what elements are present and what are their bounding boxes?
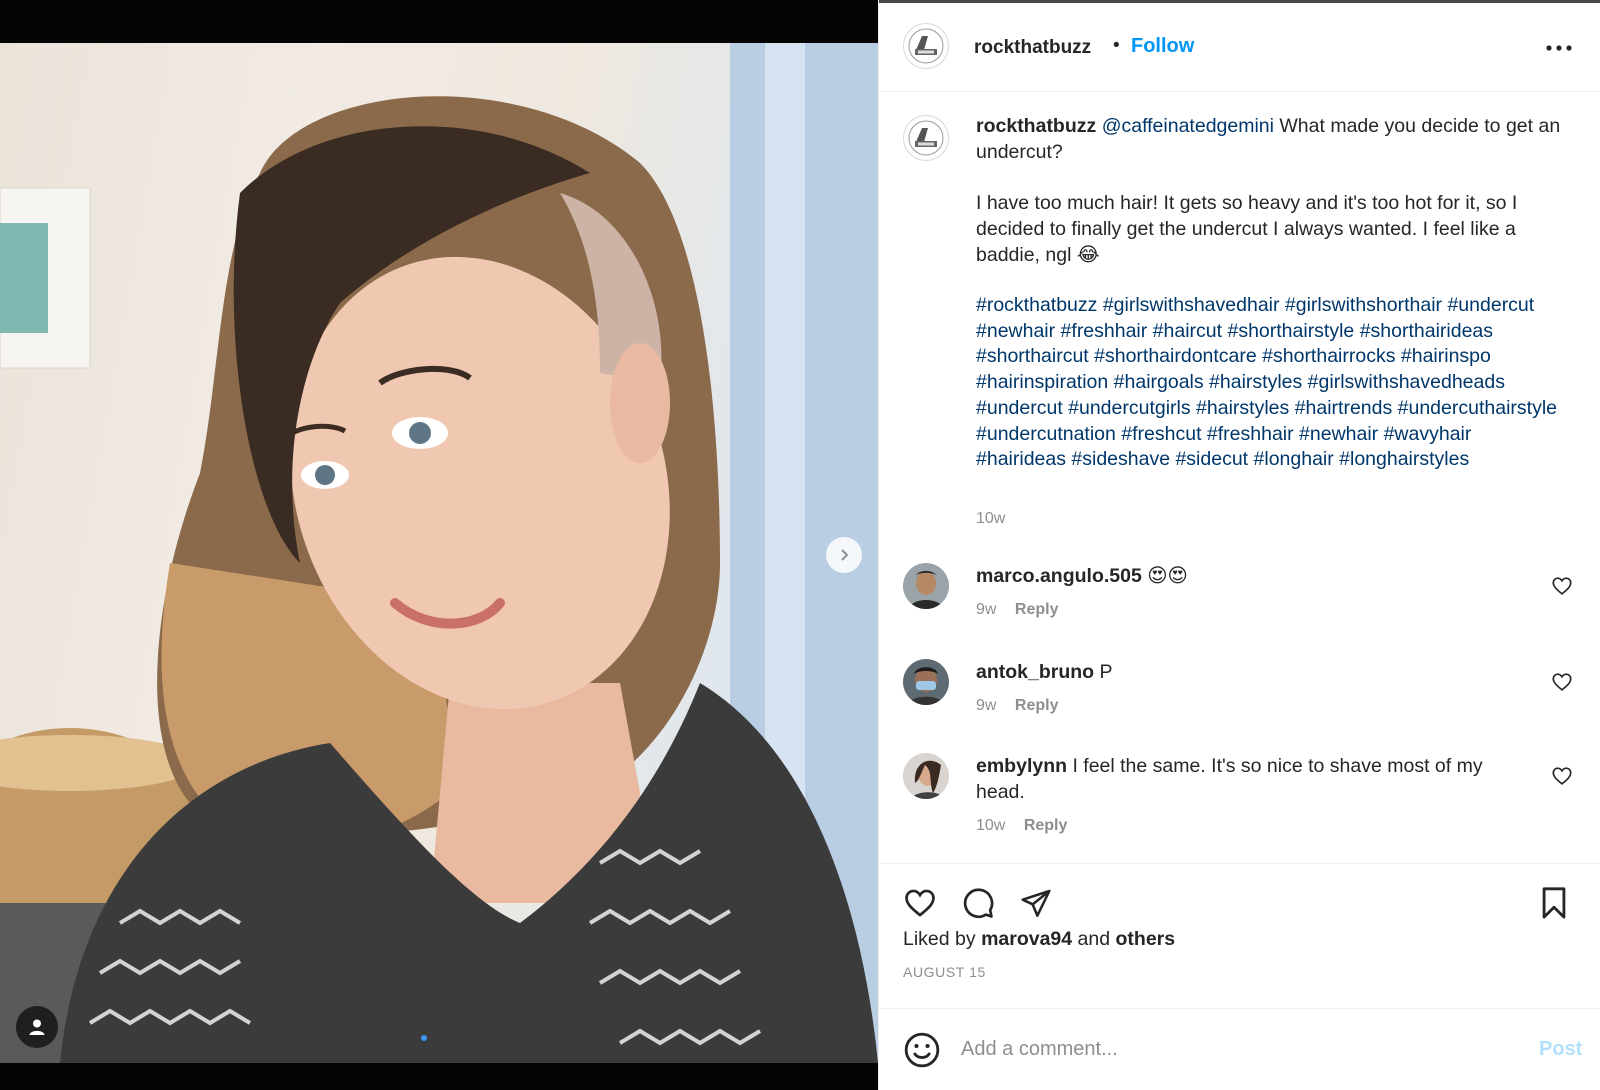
author-username[interactable]: rockthatbuzz [974, 37, 1091, 59]
reply-button[interactable]: Reply [1024, 817, 1068, 834]
caption-author-avatar[interactable] [903, 115, 949, 161]
avatar-photo-icon [903, 753, 949, 799]
post-photo[interactable] [0, 43, 878, 1063]
comment-text: marco.angulo.505 😍😍 [976, 563, 1536, 589]
avatar-photo-icon [903, 563, 949, 609]
paper-plane-icon [1021, 889, 1051, 917]
comments-list[interactable]: rockthatbuzz @caffeinatedgemini What mad… [879, 93, 1600, 863]
tagged-people-button[interactable] [16, 1006, 58, 1048]
liked-by-prefix: Liked by [903, 928, 982, 950]
post-comment-button[interactable]: Post [1539, 1038, 1582, 1061]
comment-input[interactable] [961, 1029, 1501, 1069]
comment-meta: 10w Reply [976, 817, 1067, 835]
heart-icon[interactable] [1551, 765, 1573, 787]
add-comment-bar: Post [879, 1008, 1600, 1090]
more-horizontal-icon [1546, 45, 1572, 51]
commenter-avatar[interactable] [903, 659, 949, 705]
header-separator: • [1113, 35, 1120, 56]
heart-icon [905, 889, 935, 917]
caption-hashtags[interactable]: #rockthatbuzz #girlswithshavedhair #girl… [976, 293, 1566, 473]
post-caption: rockthatbuzz @caffeinatedgemini What mad… [976, 113, 1566, 498]
liked-by-and: and [1072, 928, 1116, 950]
carousel-indicator-dot [421, 1035, 427, 1041]
comment-username[interactable]: marco.angulo.505 [976, 565, 1142, 587]
bookmark-icon [1542, 887, 1566, 919]
more-options-button[interactable] [1539, 33, 1579, 63]
chevron-right-icon [841, 549, 849, 561]
caption-mention[interactable]: @caffeinatedgemini [1102, 115, 1274, 137]
comment-text: embylynn I feel the same. It's so nice t… [976, 753, 1536, 805]
liked-by-others[interactable]: others [1116, 928, 1176, 950]
caption-username[interactable]: rockthatbuzz [976, 115, 1096, 137]
next-photo-button[interactable] [826, 537, 862, 573]
save-button[interactable] [1535, 884, 1573, 922]
post-header: rockthatbuzz • Follow [879, 0, 1600, 92]
post-details-panel: rockthatbuzz • Follow rockthatbuzz @caff… [878, 0, 1600, 1090]
comment-body: 😍😍 [1141, 565, 1188, 587]
commenter-avatar[interactable] [903, 753, 949, 799]
share-button[interactable] [1017, 884, 1055, 922]
heart-icon[interactable] [1551, 671, 1573, 693]
comment-timestamp: 10w [976, 817, 1006, 834]
user-icon [29, 1019, 45, 1035]
comment-body: P [1094, 661, 1113, 683]
comment-meta: 9w Reply [976, 697, 1058, 715]
heart-icon[interactable] [1551, 575, 1573, 597]
post-actions: Liked by marova94 and others AUGUST 15 [879, 863, 1600, 1008]
comment-username[interactable]: embylynn [976, 755, 1067, 777]
commenter-avatar[interactable] [903, 563, 949, 609]
follow-button[interactable]: Follow [1131, 35, 1194, 58]
avatar-photo-icon [903, 659, 949, 705]
comment-text: antok_bruno P [976, 659, 1536, 685]
caption-answer: I have too much hair! It gets so heavy a… [976, 192, 1518, 266]
emoji-icon[interactable] [903, 1031, 941, 1069]
media-letterbox-top [0, 0, 878, 43]
media-letterbox-bottom [0, 1063, 878, 1090]
post-media [0, 0, 878, 1090]
liked-by-user[interactable]: marova94 [981, 928, 1072, 950]
comment-timestamp: 9w [976, 601, 997, 618]
comment-button[interactable] [959, 884, 997, 922]
brand-logo-icon [908, 28, 944, 64]
author-avatar[interactable] [903, 23, 949, 69]
reply-button[interactable]: Reply [1015, 601, 1059, 618]
comment-timestamp: 9w [976, 697, 997, 714]
reply-button[interactable]: Reply [1015, 697, 1059, 714]
comment-bubble-icon [963, 888, 994, 918]
like-button[interactable] [901, 884, 939, 922]
liked-by-summary: Liked by marova94 and others [903, 928, 1175, 951]
comment-username[interactable]: antok_bruno [976, 661, 1094, 683]
comment-meta: 9w Reply [976, 601, 1058, 619]
post-date[interactable]: AUGUST 15 [903, 964, 986, 980]
selfie-illustration [0, 43, 878, 1063]
caption-timestamp: 10w [976, 510, 1006, 527]
brand-logo-icon [908, 120, 944, 156]
